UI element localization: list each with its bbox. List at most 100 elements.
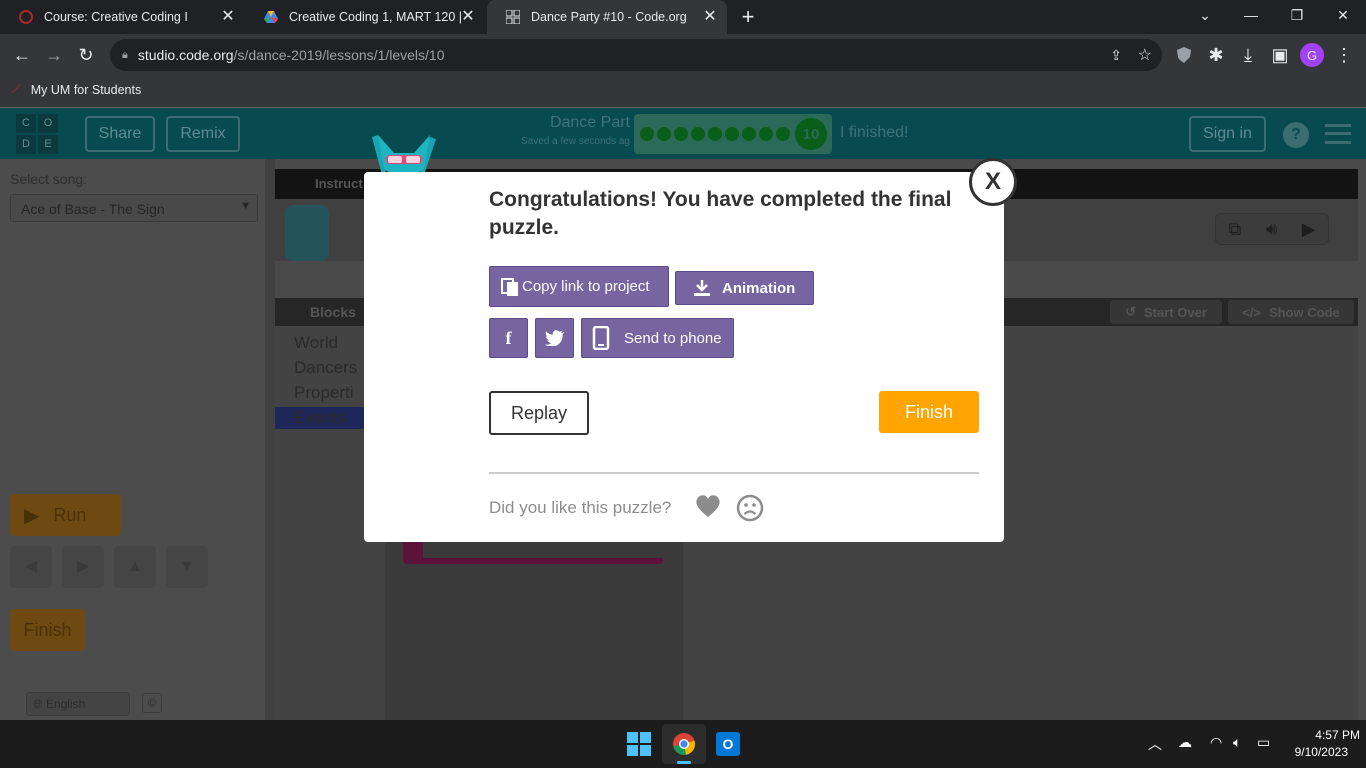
- finish-side-button[interactable]: Finish: [10, 609, 85, 651]
- lock-icon: 🔒︎: [122, 48, 128, 61]
- tab-drive[interactable]: Creative Coding 1, MART 120 | Co ✕: [245, 0, 485, 34]
- download-animation-button[interactable]: Animation: [675, 271, 814, 305]
- text-to-speech-icon[interactable]: ⧉: [1228, 219, 1241, 240]
- tab-course[interactable]: Course: Creative Coding I ✕: [0, 0, 245, 34]
- tab-dance-party[interactable]: Dance Party #10 - Code.org ✕: [487, 0, 727, 34]
- replay-button[interactable]: Replay: [489, 391, 589, 435]
- toolbox-category-dancers[interactable]: Dancers: [294, 358, 357, 378]
- close-tab-icon[interactable]: ✕: [701, 8, 719, 26]
- progress-dot: [640, 127, 654, 141]
- code-org-logo[interactable]: C O D E: [16, 114, 58, 154]
- heart-icon[interactable]: [695, 494, 721, 520]
- down-arrow-button[interactable]: ▼: [166, 546, 208, 588]
- clock-date[interactable]: 9/10/2023: [1280, 745, 1348, 759]
- toolbox-category-events: Events: [294, 408, 346, 427]
- close-tab-icon[interactable]: ✕: [459, 8, 477, 26]
- speaker-icon[interactable]: 🔊︎: [1266, 219, 1277, 240]
- copyright-icon[interactable]: ©: [142, 693, 162, 713]
- blocks-tab: Blocks: [310, 304, 356, 320]
- frown-icon[interactable]: [736, 494, 764, 522]
- new-tab-button[interactable]: +: [735, 0, 761, 34]
- start-over-button[interactable]: ↺ Start Over: [1110, 300, 1222, 324]
- progress-dot: [759, 127, 773, 141]
- menu-kebab-icon[interactable]: ⋮: [1332, 43, 1356, 67]
- toolbox-category-properties[interactable]: Properti: [294, 383, 354, 403]
- share-page-icon[interactable]: ⇪: [1110, 47, 1122, 64]
- left-arrow-button[interactable]: ◀: [10, 546, 52, 588]
- bookmarks-bar: ⟋ My UM for Students: [0, 76, 1366, 108]
- play-icon: ▶: [24, 504, 40, 527]
- tab-strip: Course: Creative Coding I ✕ Creative Cod…: [0, 0, 1366, 34]
- chevron-down-icon: ▼: [240, 200, 251, 212]
- minimize-button[interactable]: —: [1228, 0, 1274, 30]
- audio-controls: ⧉ 🔊︎ ▶: [1215, 213, 1329, 245]
- language-value: English: [45, 697, 86, 711]
- close-dialog-button[interactable]: X: [969, 158, 1017, 206]
- current-level-badge: 10: [795, 118, 827, 150]
- progress-dot: [725, 127, 739, 141]
- right-arrow-button[interactable]: ▶: [62, 546, 104, 588]
- share-button[interactable]: Share: [85, 116, 155, 152]
- code-icon: </>: [1242, 304, 1261, 320]
- globe-icon: 🌐︎: [33, 697, 46, 711]
- reload-icon[interactable]: ↻: [74, 43, 98, 67]
- side-panel-icon[interactable]: ▣: [1268, 43, 1292, 67]
- phone-icon: [592, 326, 610, 350]
- wifi-icon[interactable]: ◠: [1210, 734, 1222, 751]
- sign-in-button[interactable]: Sign in: [1189, 116, 1266, 152]
- congrats-message: Congratulations! You have completed the …: [489, 188, 952, 239]
- start-over-label: Start Over: [1144, 304, 1207, 320]
- logo-letter: O: [38, 114, 58, 133]
- forward-icon[interactable]: →: [42, 43, 66, 67]
- progress-dot: [674, 127, 688, 141]
- extensions-puzzle-icon[interactable]: ✱: [1204, 43, 1228, 67]
- feedback-question: Did you like this puzzle?: [489, 498, 672, 517]
- up-arrow-button[interactable]: ▲: [114, 546, 156, 588]
- outlook-icon[interactable]: O: [716, 732, 740, 756]
- saved-status: Saved a few seconds ag: [521, 136, 630, 147]
- logo-letter: D: [16, 135, 36, 154]
- hamburger-menu-icon[interactable]: [1325, 124, 1351, 144]
- show-code-button[interactable]: </> Show Code: [1228, 300, 1354, 324]
- instructions-tab[interactable]: Instruct: [315, 176, 363, 191]
- remix-button[interactable]: Remix: [166, 116, 240, 152]
- address-bar[interactable]: 🔒︎ studio.code.org /s/dance-2019/lessons…: [110, 39, 1162, 71]
- progress-dot: [691, 127, 705, 141]
- clock-time[interactable]: 4:57 PM: [1280, 728, 1360, 742]
- send-to-phone-button[interactable]: Send to phone: [581, 318, 734, 358]
- twitter-share-button[interactable]: [535, 318, 574, 358]
- panel-divider[interactable]: [265, 159, 275, 720]
- show-hidden-icons-chevron[interactable]: ︿: [1148, 734, 1162, 754]
- song-select[interactable]: Ace of Base - The Sign ▼: [10, 194, 258, 222]
- facebook-share-button[interactable]: f: [489, 318, 528, 358]
- level-progress[interactable]: 10: [634, 114, 832, 154]
- toolbox-category-world[interactable]: World: [294, 333, 338, 353]
- download-icon[interactable]: ⤓: [1236, 43, 1260, 67]
- help-button[interactable]: ?: [1283, 122, 1309, 148]
- bookmark-my-um[interactable]: ⟋ My UM for Students: [12, 82, 141, 97]
- profile-avatar[interactable]: G: [1300, 43, 1324, 67]
- copy-link-button[interactable]: Copy link to project: [489, 266, 669, 307]
- tab-title: Course: Creative Coding I: [44, 10, 188, 24]
- windows-start-icon[interactable]: [627, 732, 651, 756]
- chrome-taskbar-button[interactable]: [662, 724, 706, 764]
- download-icon: [694, 280, 710, 296]
- show-code-label: Show Code: [1269, 304, 1340, 320]
- bookmark-star-icon[interactable]: ☆: [1138, 45, 1152, 65]
- play-icon[interactable]: ▶: [1302, 219, 1316, 240]
- restore-button[interactable]: ❐: [1274, 0, 1320, 30]
- select-song-label: Select song:: [10, 171, 88, 187]
- close-tab-icon[interactable]: ✕: [219, 8, 237, 26]
- close-window-button[interactable]: ✕: [1320, 0, 1366, 30]
- chrome-icon: [673, 733, 696, 755]
- battery-icon[interactable]: ▭: [1257, 734, 1270, 751]
- run-button[interactable]: ▶ Run: [10, 494, 121, 536]
- finish-button[interactable]: Finish: [879, 391, 979, 433]
- onedrive-icon[interactable]: ☁︎: [1178, 734, 1192, 751]
- volume-icon[interactable]: 🔈︎: [1233, 734, 1241, 751]
- shield-extension-icon[interactable]: [1172, 43, 1196, 67]
- back-icon[interactable]: ←: [10, 43, 34, 67]
- finished-label: I finished!: [840, 124, 909, 141]
- language-select[interactable]: 🌐︎ English: [26, 692, 130, 716]
- tab-search-icon[interactable]: ⌄: [1182, 0, 1228, 30]
